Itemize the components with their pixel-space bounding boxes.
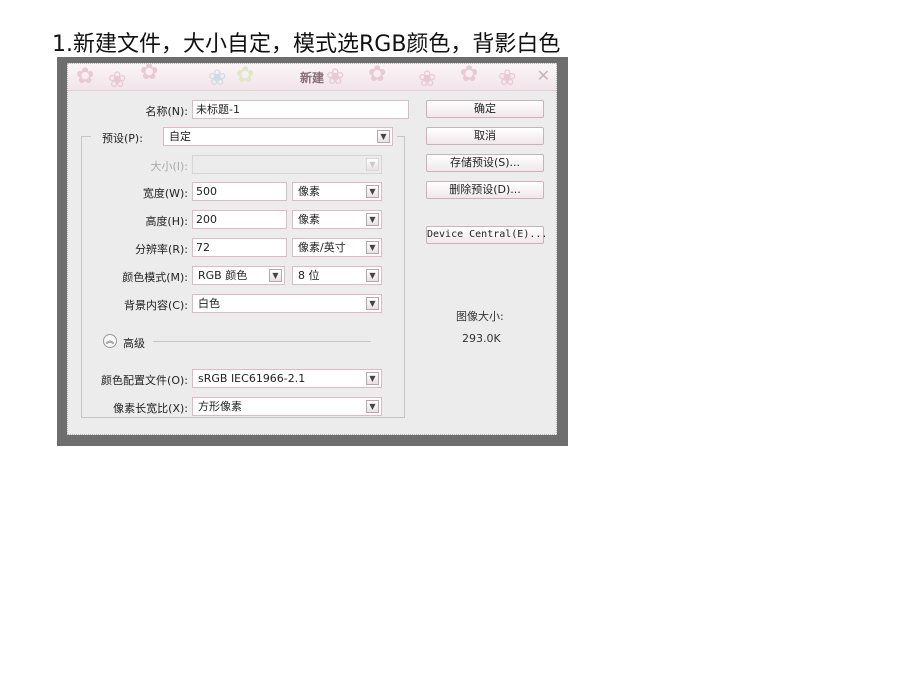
preset-select[interactable]: 自定 ▼	[163, 127, 393, 146]
flower-decoration-icon: ✿	[368, 64, 387, 87]
background-select[interactable]: 白色 ▼	[192, 294, 382, 313]
flower-decoration-icon: ❀	[498, 66, 517, 91]
width-unit-select[interactable]: 像素 ▼	[292, 182, 382, 201]
pixel-aspect-label: 像素长宽比(X):	[113, 402, 188, 415]
height-label: 高度(H):	[145, 215, 188, 228]
flower-decoration-icon: ✿	[140, 64, 159, 85]
flower-decoration-icon: ❀	[208, 66, 227, 91]
ok-button[interactable]: 确定	[426, 100, 544, 118]
flower-decoration-icon: ❀	[108, 68, 127, 91]
chevron-down-icon[interactable]: ▼	[377, 130, 390, 143]
delete-preset-button[interactable]: 删除预设(D)...	[426, 181, 544, 199]
flower-decoration-icon: ❀	[326, 65, 345, 90]
color-profile-select[interactable]: sRGB IEC61966-2.1 ▼	[192, 369, 382, 388]
height-unit-select[interactable]: 像素 ▼	[292, 210, 382, 229]
resolution-unit-value: 像素/英寸	[298, 241, 346, 254]
color-mode-select[interactable]: RGB 颜色 ▼	[192, 266, 285, 285]
flower-decoration-icon: ❀	[418, 67, 437, 91]
color-mode-value: RGB 颜色	[198, 269, 248, 282]
save-preset-button[interactable]: 存储预设(S)...	[426, 154, 544, 172]
background-value: 白色	[198, 297, 220, 310]
pixel-aspect-value: 方形像素	[198, 400, 242, 413]
size-select: ▼	[192, 155, 382, 174]
pixel-aspect-select[interactable]: 方形像素 ▼	[192, 397, 382, 416]
flower-decoration-icon: ✿	[236, 64, 255, 88]
width-unit-value: 像素	[298, 185, 320, 198]
height-input[interactable]: 200	[192, 210, 287, 229]
height-unit-value: 像素	[298, 213, 320, 226]
width-input[interactable]: 500	[192, 182, 287, 201]
advanced-divider	[153, 341, 371, 342]
color-profile-value: sRGB IEC61966-2.1	[198, 372, 306, 385]
chevron-down-icon[interactable]: ▼	[366, 185, 379, 198]
chevron-down-icon[interactable]: ▼	[269, 269, 282, 282]
cancel-button[interactable]: 取消	[426, 127, 544, 145]
name-input[interactable]: 未标题-1	[192, 100, 409, 119]
image-size-value: 293.0K	[462, 332, 501, 345]
device-central-button[interactable]: Device Central(E)...	[426, 226, 547, 244]
dialog-titlebar[interactable]: ✿ ❀ ✿ ❀ ✿ ❀ ✿ ❀ ✿ ❀ 新建 ✕	[68, 64, 556, 91]
chevron-down-icon: ▼	[366, 158, 379, 171]
preset-value: 自定	[169, 130, 191, 143]
preset-label: 预设(P):	[102, 132, 143, 145]
resolution-input[interactable]: 72	[192, 238, 287, 257]
advanced-toggle-icon[interactable]: ︽	[103, 334, 117, 348]
chevron-down-icon[interactable]: ▼	[366, 213, 379, 226]
chevron-down-icon[interactable]: ▼	[366, 269, 379, 282]
resolution-label: 分辨率(R):	[135, 243, 188, 256]
color-profile-label: 颜色配置文件(O):	[101, 374, 188, 387]
chevron-down-icon[interactable]: ▼	[366, 400, 379, 413]
width-label: 宽度(W):	[142, 187, 188, 200]
advanced-label[interactable]: 高级	[123, 335, 145, 351]
flower-decoration-icon: ✿	[460, 64, 479, 87]
image-size-label: 图像大小:	[456, 310, 504, 323]
color-mode-label: 颜色模式(M):	[122, 271, 188, 284]
chevron-down-icon[interactable]: ▼	[366, 241, 379, 254]
instruction-text: 1.新建文件，大小自定，模式选RGB颜色，背影白色	[52, 32, 561, 57]
bit-depth-select[interactable]: 8 位 ▼	[292, 266, 382, 285]
background-label: 背景内容(C):	[124, 299, 188, 312]
new-document-dialog: ✿ ❀ ✿ ❀ ✿ ❀ ✿ ❀ ✿ ❀ 新建 ✕ 名称(N): 未标题-1 预设…	[67, 63, 557, 435]
size-label: 大小(I):	[150, 160, 188, 173]
resolution-unit-select[interactable]: 像素/英寸 ▼	[292, 238, 382, 257]
chevron-down-icon[interactable]: ▼	[366, 372, 379, 385]
bit-depth-value: 8 位	[298, 269, 320, 282]
name-label: 名称(N):	[145, 105, 188, 118]
flower-decoration-icon: ✿	[76, 64, 95, 89]
dialog-title: 新建	[299, 71, 325, 85]
chevron-down-icon[interactable]: ▼	[366, 297, 379, 310]
close-icon[interactable]: ✕	[537, 67, 550, 85]
